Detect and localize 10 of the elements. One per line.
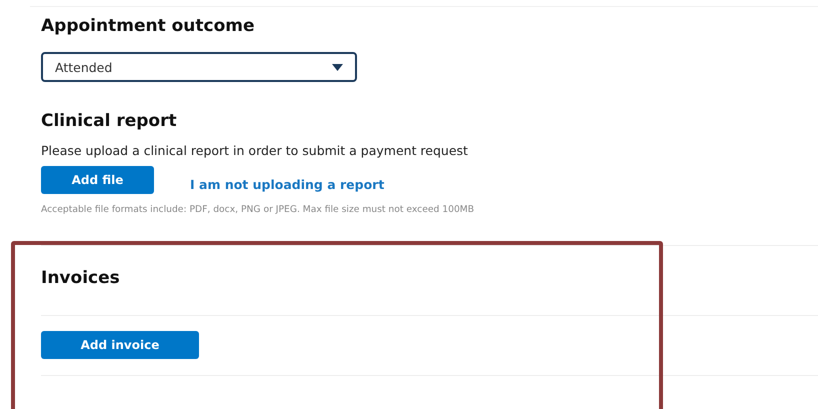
caret-icon <box>332 64 343 70</box>
section-heading: Appointment outcome <box>41 15 256 38</box>
section-heading: Clinical report <box>41 110 178 133</box>
add-file-button[interactable]: Add file <box>41 166 154 194</box>
instruction-text: Please upload a clinical report in order to submit a payment request <box>41 143 469 158</box>
outcome-dropdown[interactable]: Attended <box>41 52 357 82</box>
skip-report-link[interactable]: I am not uploading a report <box>190 176 384 192</box>
add-invoice-button[interactable]: Add invoice <box>41 331 199 359</box>
file-format-note: Acceptable file formats include: PDF, docx, PNG or JPEG. Max file size must not exceed 100MB <box>41 204 476 215</box>
section-heading: Invoices <box>41 267 121 290</box>
